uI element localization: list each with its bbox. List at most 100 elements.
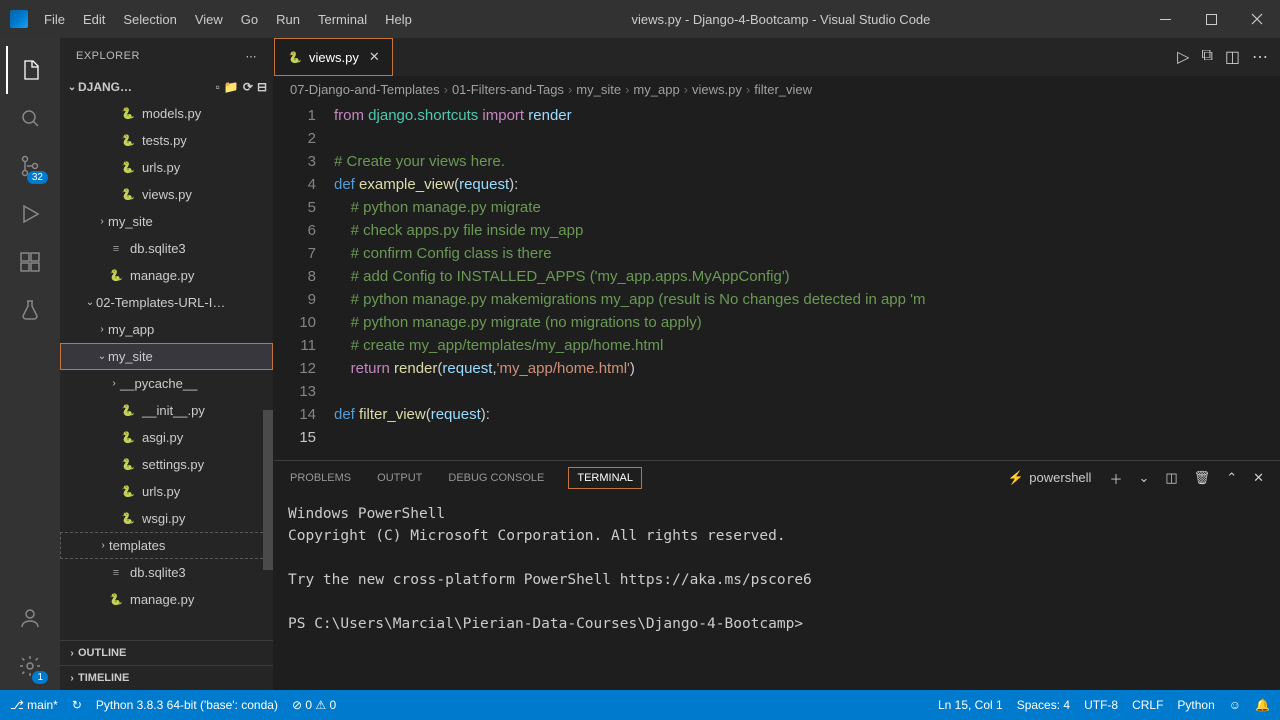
cursor-position[interactable]: Ln 15, Col 1 — [938, 698, 1003, 712]
refresh-icon[interactable]: ⟳ — [243, 80, 253, 94]
breadcrumb-item[interactable]: my_app — [633, 82, 679, 97]
maximize-button[interactable] — [1188, 0, 1234, 38]
tree-item-templates[interactable]: ›templates — [60, 532, 273, 559]
scrollbar[interactable] — [263, 410, 273, 570]
menu-edit[interactable]: Edit — [75, 7, 113, 32]
minimize-button[interactable] — [1142, 0, 1188, 38]
database-file-icon: ≡ — [108, 241, 124, 257]
tree-item-my-app[interactable]: ›my_app — [60, 316, 273, 343]
extensions-icon[interactable] — [6, 238, 54, 286]
editor-tabs: 🐍 views.py ✕ ▷ ⧉ ◫ ⋯ — [274, 38, 1280, 76]
eol[interactable]: CRLF — [1132, 698, 1163, 712]
code-content[interactable]: from django.shortcuts import render # Cr… — [334, 102, 1280, 460]
close-tab-icon[interactable]: ✕ — [369, 49, 380, 65]
menu-run[interactable]: Run — [268, 7, 308, 32]
debug-icon[interactable] — [6, 190, 54, 238]
chevron-right-icon: › — [568, 82, 572, 97]
split-editor-icon[interactable]: ◫ — [1225, 47, 1240, 67]
close-panel-icon[interactable]: ✕ — [1251, 466, 1266, 490]
problems-indicator[interactable]: ⊘ 0 ⚠ 0 — [292, 698, 336, 712]
maximize-panel-icon[interactable]: ⌃ — [1224, 466, 1239, 490]
breadcrumb[interactable]: 07-Django-and-Templates › 01-Filters-and-T… — [274, 76, 1280, 102]
outline-section[interactable]: ›OUTLINE — [60, 640, 273, 665]
more-icon[interactable]: ⋯ — [246, 50, 258, 63]
tree-item---pycache--[interactable]: ›__pycache__ — [60, 370, 273, 397]
terminal-actions: ⚡ powershell ＋ ⌄ ◫ 🗑 ⌃ ✕ — [1005, 465, 1266, 492]
testing-icon[interactable] — [6, 286, 54, 334]
new-folder-icon[interactable]: 📁 — [224, 80, 239, 94]
timeline-section[interactable]: ›TIMELINE — [60, 665, 273, 690]
project-header[interactable]: ⌄ DJANG… ▫ 📁 ⟳ ⊟ — [60, 74, 273, 100]
panel-tab-problems[interactable]: PROBLEMS — [288, 468, 353, 488]
minimap[interactable] — [1180, 102, 1280, 460]
tree-item-label: urls.py — [142, 160, 180, 175]
tree-item-asgi-py[interactable]: 🐍asgi.py — [60, 424, 273, 451]
panel-tab-terminal[interactable]: TERMINAL — [568, 467, 642, 489]
new-file-icon[interactable]: ▫ — [216, 80, 220, 94]
tree-item-label: __init__.py — [142, 403, 205, 418]
explorer-icon[interactable] — [6, 46, 54, 94]
compare-icon[interactable]: ⧉ — [1201, 47, 1212, 67]
tree-item-db-sqlite3[interactable]: ≡db.sqlite3 — [60, 235, 273, 262]
menu-help[interactable]: Help — [377, 7, 420, 32]
sidebar-explorer: EXPLORER⋯ ⌄ DJANG… ▫ 📁 ⟳ ⊟ 🐍models.py🐍te… — [60, 38, 274, 690]
python-file-icon: 🐍 — [120, 457, 136, 473]
tree-item-label: my_site — [108, 349, 153, 364]
tree-item-label: 02-Templates-URL-I… — [96, 295, 225, 310]
branch-indicator[interactable]: ⎇ main* — [10, 698, 58, 712]
collapse-icon[interactable]: ⊟ — [257, 80, 267, 94]
breadcrumb-item[interactable]: 07-Django-and-Templates — [290, 82, 440, 97]
search-icon[interactable] — [6, 94, 54, 142]
breadcrumb-item[interactable]: filter_view — [754, 82, 812, 97]
tree-item-urls-py[interactable]: 🐍urls.py — [60, 478, 273, 505]
menu-go[interactable]: Go — [233, 7, 266, 32]
account-icon[interactable] — [6, 594, 54, 642]
breadcrumb-item[interactable]: views.py — [692, 82, 742, 97]
breadcrumb-item[interactable]: my_site — [576, 82, 621, 97]
tree-item-02-templates-url-i-[interactable]: ⌄02-Templates-URL-I… — [60, 289, 273, 316]
language-mode[interactable]: Python — [1177, 698, 1214, 712]
menu-file[interactable]: File — [36, 7, 73, 32]
kill-terminal-icon[interactable]: 🗑 — [1192, 466, 1213, 490]
feedback-icon[interactable]: ☺ — [1229, 698, 1241, 712]
close-button[interactable] — [1234, 0, 1280, 38]
breadcrumb-item[interactable]: 01-Filters-and-Tags — [452, 82, 564, 97]
settings-icon[interactable]: 1 — [6, 642, 54, 690]
scm-icon[interactable]: 32 — [6, 142, 54, 190]
tree-item-settings-py[interactable]: 🐍settings.py — [60, 451, 273, 478]
split-terminal-icon[interactable]: ◫ — [1163, 466, 1179, 490]
panel-tab-output[interactable]: OUTPUT — [375, 468, 424, 488]
notifications-icon[interactable]: 🔔 — [1255, 698, 1270, 712]
tree-item-my-site[interactable]: ›my_site — [60, 208, 273, 235]
tree-item-urls-py[interactable]: 🐍urls.py — [60, 154, 273, 181]
python-interpreter[interactable]: Python 3.8.3 64-bit ('base': conda) — [96, 698, 278, 712]
menu-view[interactable]: View — [187, 7, 231, 32]
encoding[interactable]: UTF-8 — [1084, 698, 1118, 712]
tree-item-wsgi-py[interactable]: 🐍wsgi.py — [60, 505, 273, 532]
tab-views-py[interactable]: 🐍 views.py ✕ — [274, 38, 393, 76]
window-title: views.py - Django-4-Bootcamp - Visual St… — [420, 12, 1142, 27]
terminal-content[interactable]: Windows PowerShell Copyright (C) Microso… — [274, 495, 1280, 690]
shell-label[interactable]: ⚡ powershell — [1005, 466, 1095, 490]
panel-tab-debug-console[interactable]: DEBUG CONSOLE — [446, 468, 546, 488]
tree-item-models-py[interactable]: 🐍models.py — [60, 100, 273, 127]
tree-item-label: db.sqlite3 — [130, 565, 186, 580]
run-icon[interactable]: ▷ — [1177, 47, 1189, 67]
tree-item-manage-py[interactable]: 🐍manage.py — [60, 262, 273, 289]
tree-item-tests-py[interactable]: 🐍tests.py — [60, 127, 273, 154]
terminal-dropdown-icon[interactable]: ⌄ — [1136, 466, 1151, 490]
tree-item---init---py[interactable]: 🐍__init__.py — [60, 397, 273, 424]
tree-item-my-site[interactable]: ⌄my_site — [60, 343, 273, 370]
indentation[interactable]: Spaces: 4 — [1017, 698, 1070, 712]
tree-item-db-sqlite3[interactable]: ≡db.sqlite3 — [60, 559, 273, 586]
more-actions-icon[interactable]: ⋯ — [1252, 47, 1268, 67]
menu-terminal[interactable]: Terminal — [310, 7, 375, 32]
tree-item-manage-py[interactable]: 🐍manage.py — [60, 586, 273, 613]
chevron-right-icon: › — [684, 82, 688, 97]
tree-item-views-py[interactable]: 🐍views.py — [60, 181, 273, 208]
editor-body[interactable]: 123456789101112131415 from django.shortc… — [274, 102, 1280, 460]
sync-icon[interactable]: ↻ — [72, 698, 82, 712]
vscode-logo-icon — [10, 10, 28, 28]
new-terminal-icon[interactable]: ＋ — [1107, 465, 1124, 492]
menu-selection[interactable]: Selection — [115, 7, 184, 32]
